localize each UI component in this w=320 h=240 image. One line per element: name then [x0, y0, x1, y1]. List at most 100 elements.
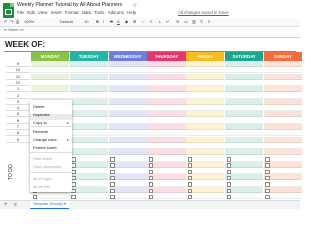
time-slot[interactable]	[225, 136, 264, 143]
todo-checkbox[interactable]	[110, 182, 115, 187]
time-slot[interactable]	[108, 130, 147, 137]
align-icon[interactable]: ≡	[150, 19, 152, 24]
chart-icon[interactable]: ▥	[192, 19, 196, 24]
time-slot[interactable]	[225, 105, 264, 112]
time-slot[interactable]	[147, 117, 186, 124]
time-slot[interactable]	[225, 98, 264, 105]
todo-checkbox[interactable]	[187, 182, 193, 187]
menu-addons[interactable]: Add-ons	[108, 10, 124, 15]
time-slot[interactable]	[225, 149, 264, 156]
time-slot[interactable]	[147, 142, 186, 149]
time-slot[interactable]	[147, 111, 186, 118]
time-slot[interactable]	[263, 105, 302, 112]
time-slot[interactable]	[225, 142, 264, 149]
font-size-select[interactable]: 10	[84, 19, 88, 24]
time-slot[interactable]	[69, 130, 108, 137]
todo-checkbox[interactable]	[265, 194, 270, 200]
day-column-wednesday[interactable]	[108, 61, 147, 200]
time-slot[interactable]	[263, 73, 302, 80]
time-slot[interactable]	[108, 98, 147, 105]
add-sheet-icon[interactable]: +	[4, 201, 8, 209]
time-slot[interactable]	[225, 86, 264, 93]
time-slot[interactable]	[186, 86, 225, 93]
time-slot[interactable]	[69, 105, 108, 112]
print-icon[interactable]: ⎙	[16, 19, 19, 24]
time-slot[interactable]	[108, 136, 147, 143]
time-slot[interactable]	[263, 61, 302, 67]
time-slot[interactable]	[69, 149, 108, 156]
day-column-saturday[interactable]	[225, 61, 264, 200]
time-slot[interactable]	[225, 61, 264, 67]
time-slot[interactable]	[186, 136, 225, 143]
time-slot[interactable]	[186, 142, 225, 149]
time-slot[interactable]	[186, 149, 225, 156]
time-slot[interactable]	[263, 130, 302, 137]
time-slot[interactable]	[31, 86, 70, 93]
menu-item-delete[interactable]: Delete	[33, 104, 45, 109]
menu-tools[interactable]: Tools	[94, 10, 104, 15]
day-column-tuesday[interactable]	[69, 61, 108, 200]
text-color-icon[interactable]: A	[117, 19, 120, 24]
time-slot[interactable]	[108, 61, 147, 67]
time-slot[interactable]	[108, 142, 147, 149]
time-slot[interactable]	[31, 73, 70, 80]
time-slot[interactable]	[69, 92, 108, 99]
time-slot[interactable]	[147, 130, 186, 137]
time-slot[interactable]	[108, 86, 147, 93]
undo-icon[interactable]: ↶	[4, 19, 7, 24]
time-slot[interactable]	[147, 61, 186, 67]
sheet-tab-active[interactable]: Template (Hourly) ▾	[30, 201, 69, 209]
formula-content[interactable]: fx Week of:	[4, 27, 24, 32]
todo-checkbox[interactable]	[148, 182, 154, 187]
time-slot[interactable]	[108, 67, 147, 74]
time-slot[interactable]	[69, 142, 108, 149]
time-slot[interactable]	[225, 67, 264, 74]
time-slot[interactable]	[186, 117, 225, 124]
time-slot[interactable]	[225, 111, 264, 118]
day-column-friday[interactable]	[186, 61, 225, 200]
time-slot[interactable]	[69, 73, 108, 80]
filter-icon[interactable]: ▽	[200, 19, 203, 24]
functions-icon[interactable]: Σ	[208, 19, 210, 24]
todo-checkbox[interactable]	[32, 194, 37, 200]
fill-color-icon[interactable]: ◆	[125, 19, 128, 24]
time-slot[interactable]	[108, 111, 147, 118]
borders-icon[interactable]: ⊞	[133, 19, 136, 24]
font-select[interactable]: Default	[60, 19, 73, 24]
menu-item-duplicate[interactable]: Duplicate	[33, 112, 50, 117]
time-slot[interactable]	[108, 149, 147, 156]
time-slot[interactable]	[186, 79, 225, 86]
time-slot[interactable]	[147, 98, 186, 105]
time-slot[interactable]	[31, 79, 70, 86]
time-slot[interactable]	[31, 61, 70, 67]
time-slot[interactable]	[263, 142, 302, 149]
time-slot[interactable]	[186, 111, 225, 118]
wrap-icon[interactable]: ↵	[166, 19, 169, 24]
menu-edit[interactable]: Edit	[27, 10, 34, 15]
valign-icon[interactable]: ⊥	[158, 19, 161, 24]
todo-checkbox[interactable]	[226, 182, 231, 187]
time-slot[interactable]	[69, 124, 108, 130]
save-status[interactable]: All changes saved in Drive	[178, 10, 229, 15]
time-slot[interactable]	[263, 149, 302, 156]
menu-help[interactable]: Help	[127, 10, 136, 15]
all-sheets-icon[interactable]: ≡	[14, 201, 17, 209]
todo-checkbox[interactable]	[265, 182, 270, 187]
time-slot[interactable]	[263, 124, 302, 130]
italic-icon[interactable]: I	[103, 19, 104, 24]
document-title[interactable]: Weekly Planner Tutorial by All About Pla…	[17, 2, 122, 8]
todo-checkbox[interactable]	[110, 194, 115, 200]
time-slot[interactable]	[186, 92, 225, 99]
time-slot[interactable]	[225, 130, 264, 137]
time-slot[interactable]	[186, 130, 225, 137]
time-slot[interactable]	[263, 111, 302, 118]
time-slot[interactable]	[147, 92, 186, 99]
zoom-select[interactable]: 100%	[24, 19, 34, 24]
time-slot[interactable]	[186, 124, 225, 130]
menu-data[interactable]: Data	[82, 10, 91, 15]
todo-checkbox[interactable]	[226, 194, 231, 200]
menu-item-change-color[interactable]: Change color	[33, 137, 57, 142]
todo-checkbox[interactable]	[71, 194, 76, 200]
time-slot[interactable]	[147, 149, 186, 156]
time-slot[interactable]	[69, 86, 108, 93]
